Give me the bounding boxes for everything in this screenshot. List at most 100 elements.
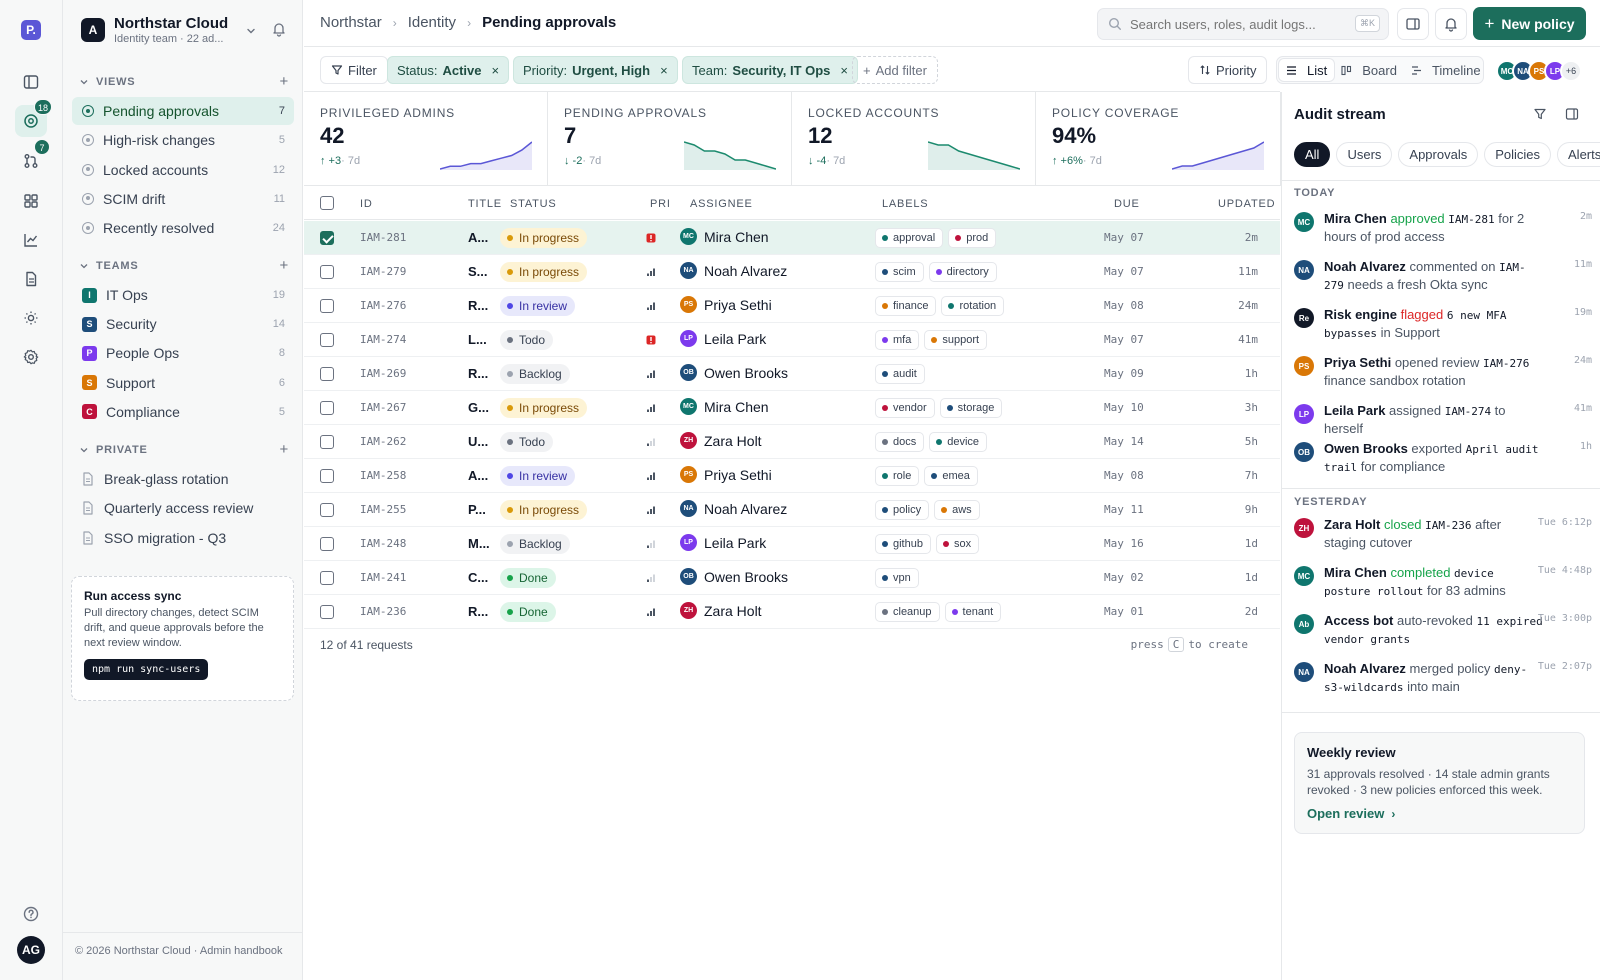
column-header-labels[interactable]: LABELS	[882, 198, 928, 210]
row-checkbox[interactable]	[320, 571, 334, 585]
sidebar-view-item[interactable]: Recently resolved 24	[72, 214, 294, 242]
row-title[interactable]: U...	[468, 434, 492, 449]
view-tab-list[interactable]: List	[1279, 59, 1335, 81]
table-row[interactable]: IAM-281 A... In progress MC Mira Chen approva…	[304, 221, 1280, 255]
teams-section-header[interactable]: TEAMS +	[79, 256, 289, 276]
label-tag[interactable]: scim	[875, 262, 924, 282]
row-checkbox[interactable]	[320, 333, 334, 347]
row-title[interactable]: A...	[468, 468, 492, 483]
row-id[interactable]: IAM-241	[360, 571, 406, 584]
label-tag[interactable]: finance	[875, 296, 937, 316]
breadcrumb-item[interactable]: Identity	[408, 14, 456, 31]
assignee[interactable]: PS Priya Sethi	[680, 466, 772, 483]
row-title[interactable]: R...	[468, 298, 492, 313]
row-title[interactable]: P...	[468, 502, 492, 517]
row-title[interactable]: L...	[468, 332, 492, 347]
table-row[interactable]: IAM-248 M... Backlog LP Leila Park github sox M…	[304, 527, 1280, 561]
filter-chip[interactable]: Team: Security, IT Ops ×	[682, 56, 859, 84]
bell-icon[interactable]	[271, 21, 287, 40]
column-header-id[interactable]: ID	[360, 198, 373, 210]
label-tag[interactable]: cleanup	[875, 602, 940, 622]
view-tab-timeline[interactable]: Timeline	[1404, 59, 1488, 81]
audit-tab-users[interactable]: Users	[1336, 142, 1393, 167]
sidebar-team-item[interactable]: P People Ops 8	[72, 339, 294, 367]
sidebar-view-item[interactable]: Locked accounts 12	[72, 156, 294, 184]
filter-button[interactable]: Filter	[320, 56, 388, 84]
rail-item-document[interactable]	[15, 263, 47, 295]
new-policy-button[interactable]: + New policy	[1473, 7, 1586, 40]
row-checkbox[interactable]	[320, 469, 334, 483]
table-row[interactable]: IAM-276 R... In review PS Priya Sethi finance…	[304, 289, 1280, 323]
row-title[interactable]: S...	[468, 264, 492, 279]
add-team-icon[interactable]: +	[279, 257, 289, 274]
sidebar-view-item[interactable]: Pending approvals 7	[72, 97, 294, 125]
rail-item-chart[interactable]	[15, 224, 47, 256]
status-badge[interactable]: In progress	[500, 500, 588, 520]
column-header-updated[interactable]: UPDATED	[1218, 198, 1275, 210]
table-row[interactable]: IAM-258 A... In review PS Priya Sethi role eme…	[304, 459, 1280, 493]
notifications-button[interactable]	[1435, 8, 1467, 40]
view-tab-board[interactable]: Board	[1334, 59, 1404, 81]
sidebar-team-item[interactable]: I IT Ops 19	[72, 281, 294, 309]
sync-command[interactable]: npm run sync-users	[84, 659, 209, 680]
sidebar-view-item[interactable]: High-risk changes 5	[72, 126, 294, 154]
app-logo[interactable]: P.	[21, 20, 41, 40]
row-id[interactable]: IAM-262	[360, 435, 406, 448]
row-title[interactable]: R...	[468, 366, 492, 381]
table-row[interactable]: IAM-236 R... Done ZH Zara Holt cleanup tenant M…	[304, 595, 1280, 629]
label-tag[interactable]: device	[929, 432, 988, 452]
label-tag[interactable]: audit	[875, 364, 925, 384]
rail-item-target[interactable]: 18	[15, 99, 53, 137]
row-checkbox[interactable]	[320, 435, 334, 449]
close-icon[interactable]: ×	[492, 63, 500, 78]
sidebar-team-item[interactable]: S Support 6	[72, 369, 294, 397]
rail-item-grid[interactable]	[15, 185, 47, 217]
status-badge[interactable]: Todo	[500, 432, 554, 452]
column-header-title[interactable]: TITLE	[468, 198, 502, 210]
sidebar-private-item[interactable]: Quarterly access review	[72, 494, 294, 522]
add-private-icon[interactable]: +	[279, 441, 289, 458]
assignee[interactable]: NA Noah Alvarez	[680, 262, 787, 279]
row-checkbox[interactable]	[320, 503, 334, 517]
table-row[interactable]: IAM-241 C... Done OB Owen Brooks vpn May 02 1d	[304, 561, 1280, 595]
label-tag[interactable]: sox	[935, 534, 980, 554]
assignee[interactable]: ZH Zara Holt	[680, 432, 762, 449]
label-tag[interactable]: rotation	[941, 296, 1005, 316]
row-id[interactable]: IAM-236	[360, 605, 406, 618]
row-title[interactable]: C...	[468, 570, 492, 585]
breadcrumb-item[interactable]: Northstar	[320, 14, 382, 31]
more-viewers-badge[interactable]: +6	[1560, 60, 1582, 82]
private-section-header[interactable]: PRIVATE +	[79, 440, 289, 460]
row-checkbox[interactable]	[320, 265, 334, 279]
row-checkbox[interactable]	[320, 299, 334, 313]
rail-item-pull-request[interactable]: 7	[15, 139, 50, 177]
viewer-avatars[interactable]: MC NA PS LP +6	[1496, 60, 1582, 82]
assignee[interactable]: ZH Zara Holt	[680, 602, 762, 619]
table-row[interactable]: IAM-262 U... Todo ZH Zara Holt docs device May …	[304, 425, 1280, 459]
audit-tab-policies[interactable]: Policies	[1484, 142, 1552, 167]
status-badge[interactable]: Todo	[500, 330, 554, 350]
row-checkbox[interactable]	[320, 401, 334, 415]
status-badge[interactable]: In review	[500, 296, 576, 316]
row-title[interactable]: M...	[468, 536, 492, 551]
status-badge[interactable]: Done	[500, 602, 556, 622]
row-title[interactable]: R...	[468, 604, 492, 619]
sidebar-private-item[interactable]: Break-glass rotation	[72, 465, 294, 493]
user-avatar[interactable]: AG	[17, 936, 45, 964]
row-title[interactable]: A...	[468, 230, 492, 245]
row-id[interactable]: IAM-269	[360, 367, 406, 380]
sort-priority-button[interactable]: Priority	[1188, 56, 1268, 84]
status-badge[interactable]: Done	[500, 568, 556, 588]
rail-item-inbox[interactable]	[15, 66, 47, 98]
status-badge[interactable]: Backlog	[500, 534, 570, 554]
assignee[interactable]: MC Mira Chen	[680, 398, 769, 415]
row-checkbox[interactable]	[320, 231, 334, 245]
views-section-header[interactable]: VIEWS +	[79, 72, 289, 92]
select-all-checkbox[interactable]	[320, 196, 334, 210]
row-id[interactable]: IAM-279	[360, 265, 406, 278]
assignee[interactable]: PS Priya Sethi	[680, 296, 772, 313]
close-icon[interactable]: ×	[840, 63, 848, 78]
sidebar-private-item[interactable]: SSO migration - Q3	[72, 524, 294, 552]
status-badge[interactable]: In progress	[500, 228, 588, 248]
filter-icon[interactable]	[1533, 107, 1547, 124]
